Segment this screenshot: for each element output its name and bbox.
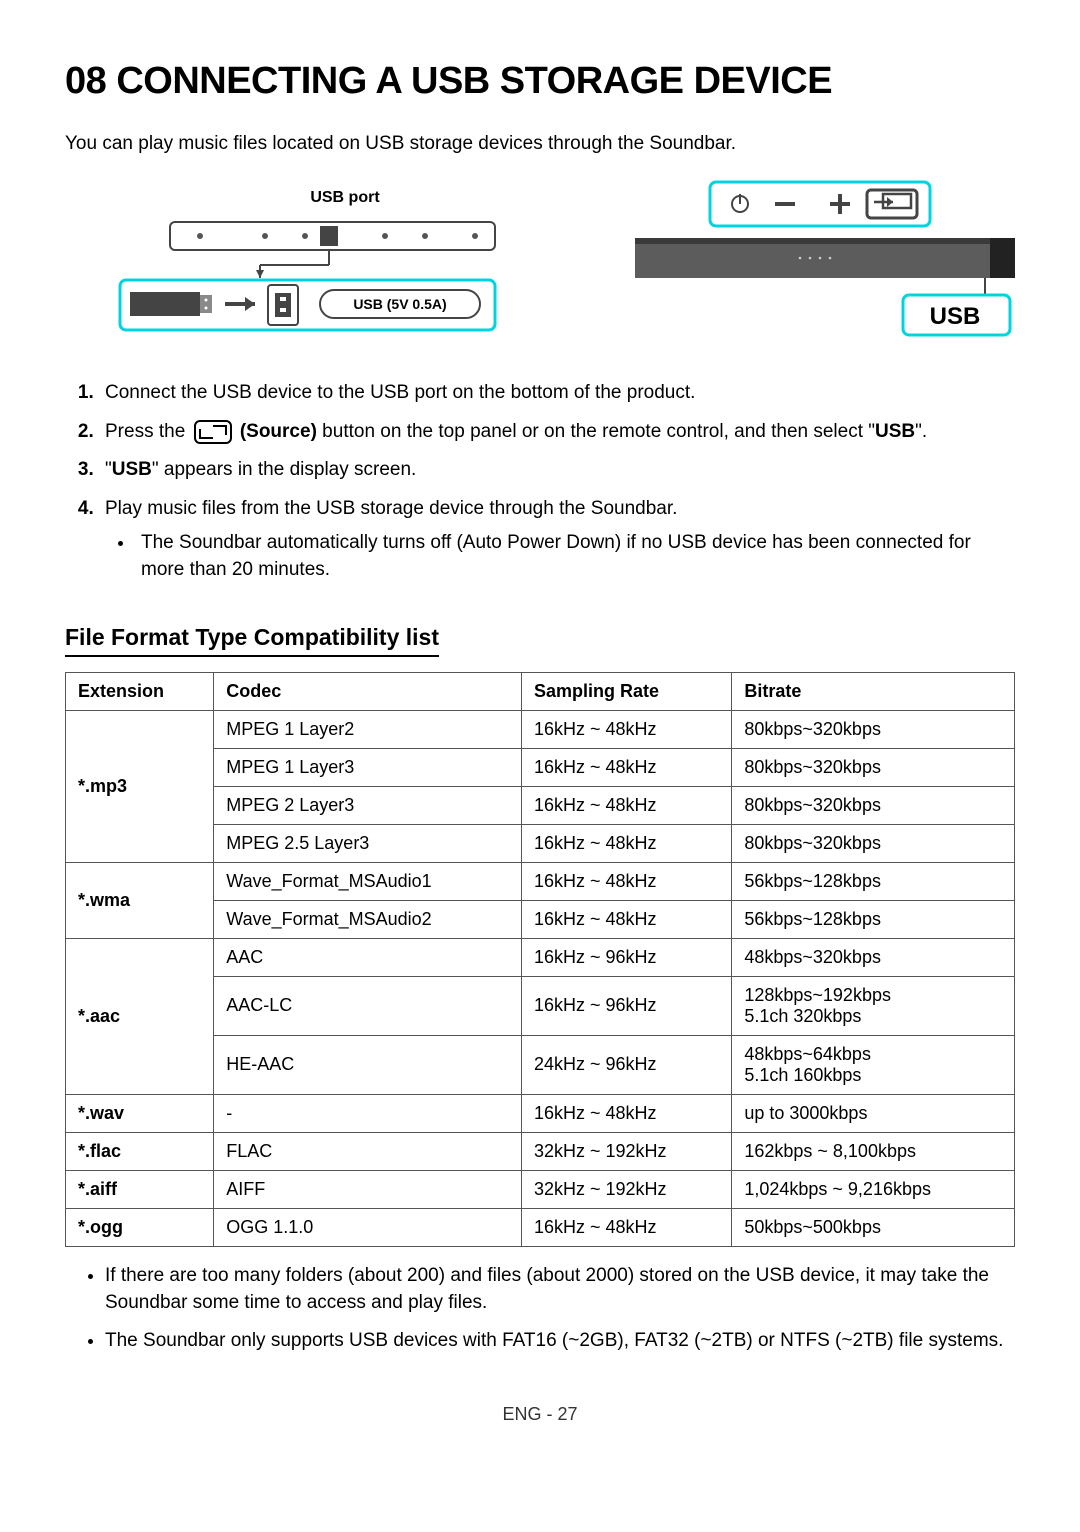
cell-bitrate: 128kbps~192kbps 5.1ch 320kbps [732,976,1015,1035]
cell-extension: *.ogg [66,1208,214,1246]
th-sampling-rate: Sampling Rate [521,672,731,710]
step-2-text-a: Press the [105,421,191,442]
cell-codec: - [214,1094,522,1132]
usb-5v-label: USB (5V 0.5A) [353,296,446,312]
cell-rate: 16kHz ~ 48kHz [521,710,731,748]
cell-extension: *.aac [66,938,214,1094]
page-footer: ENG - 27 [65,1404,1015,1425]
table-row: *.flacFLAC32kHz ~ 192kHz162kbps ~ 8,100k… [66,1132,1015,1170]
cell-rate: 16kHz ~ 48kHz [521,824,731,862]
cell-bitrate: 80kbps~320kbps [732,786,1015,824]
table-row: *.aacAAC16kHz ~ 96kHz48kbps~320kbps [66,938,1015,976]
steps-list: Connect the USB device to the USB port o… [65,380,1015,584]
cell-codec: MPEG 1 Layer2 [214,710,522,748]
table-row: *.wmaWave_Format_MSAudio116kHz ~ 48kHz56… [66,862,1015,900]
usb-port-diagram: USB port USB (5V 0.5A) [105,180,505,350]
cell-bitrate: 80kbps~320kbps [732,748,1015,786]
step-4-text: Play music files from the USB storage de… [105,498,677,519]
cell-rate: 16kHz ~ 48kHz [521,748,731,786]
th-codec: Codec [214,672,522,710]
usb-display-text: USB [930,303,981,330]
cell-bitrate: 162kbps ~ 8,100kbps [732,1132,1015,1170]
step-4: Play music files from the USB storage de… [99,496,1015,584]
step-3-c: " appears in the display screen. [152,459,416,480]
cell-codec: AAC [214,938,522,976]
cell-bitrate: 56kbps~128kbps [732,862,1015,900]
cell-rate: 16kHz ~ 48kHz [521,900,731,938]
intro-text: You can play music files located on USB … [65,133,1015,155]
cell-rate: 32kHz ~ 192kHz [521,1170,731,1208]
cell-extension: *.flac [66,1132,214,1170]
cell-codec: OGG 1.1.0 [214,1208,522,1246]
step-3-usb-bold: USB [112,459,152,480]
cell-extension: *.wav [66,1094,214,1132]
step-3-a: " [105,459,112,480]
cell-codec: MPEG 2 Layer3 [214,786,522,824]
note-1: If there are too many folders (about 200… [105,1262,1015,1317]
step-2-usb-bold: USB [875,421,915,442]
source-icon [194,420,232,444]
cell-bitrate: up to 3000kbps [732,1094,1015,1132]
step-2: Press the (Source) button on the top pan… [99,419,1015,446]
usb-display-diagram: USB [635,180,1015,350]
usb-port-label: USB port [310,189,380,206]
step-4-sub: The Soundbar automatically turns off (Au… [135,530,1015,583]
cell-extension: *.aiff [66,1170,214,1208]
cell-rate: 24kHz ~ 96kHz [521,1035,731,1094]
cell-codec: MPEG 1 Layer3 [214,748,522,786]
cell-bitrate: 1,024kbps ~ 9,216kbps [732,1170,1015,1208]
table-row: *.wav-16kHz ~ 48kHzup to 3000kbps [66,1094,1015,1132]
cell-rate: 32kHz ~ 192kHz [521,1132,731,1170]
cell-bitrate: 80kbps~320kbps [732,824,1015,862]
cell-bitrate: 48kbps~320kbps [732,938,1015,976]
cell-bitrate: 50kbps~500kbps [732,1208,1015,1246]
cell-codec: AAC-LC [214,976,522,1035]
cell-extension: *.mp3 [66,710,214,862]
file-format-heading: File Format Type Compatibility list [65,624,439,657]
cell-extension: *.wma [66,862,214,938]
cell-rate: 16kHz ~ 48kHz [521,1208,731,1246]
notes-list: If there are too many folders (about 200… [65,1262,1015,1355]
format-table: Extension Codec Sampling Rate Bitrate *.… [65,672,1015,1247]
cell-codec: AIFF [214,1170,522,1208]
step-3: "USB" appears in the display screen. [99,457,1015,484]
note-2: The Soundbar only supports USB devices w… [105,1327,1015,1355]
step-2-text-c: button on the top panel or on the remote… [317,421,875,442]
th-extension: Extension [66,672,214,710]
diagram-row: USB port USB (5V 0.5A) [105,180,1015,350]
table-row: *.aiffAIFF32kHz ~ 192kHz1,024kbps ~ 9,21… [66,1170,1015,1208]
cell-bitrate: 56kbps~128kbps [732,900,1015,938]
table-row: *.mp3MPEG 1 Layer216kHz ~ 48kHz80kbps~32… [66,710,1015,748]
cell-bitrate: 48kbps~64kbps 5.1ch 160kbps [732,1035,1015,1094]
table-header-row: Extension Codec Sampling Rate Bitrate [66,672,1015,710]
cell-bitrate: 80kbps~320kbps [732,710,1015,748]
step-1: Connect the USB device to the USB port o… [99,380,1015,407]
cell-codec: MPEG 2.5 Layer3 [214,824,522,862]
cell-rate: 16kHz ~ 48kHz [521,862,731,900]
cell-codec: FLAC [214,1132,522,1170]
cell-rate: 16kHz ~ 48kHz [521,786,731,824]
page-title: 08 CONNECTING A USB STORAGE DEVICE [65,60,1015,103]
cell-rate: 16kHz ~ 96kHz [521,976,731,1035]
cell-rate: 16kHz ~ 48kHz [521,1094,731,1132]
cell-codec: Wave_Format_MSAudio2 [214,900,522,938]
cell-rate: 16kHz ~ 96kHz [521,938,731,976]
cell-codec: HE-AAC [214,1035,522,1094]
cell-codec: Wave_Format_MSAudio1 [214,862,522,900]
step-2-source-bold: (Source) [235,421,317,442]
step-2-text-e: ". [915,421,927,442]
table-row: *.oggOGG 1.1.016kHz ~ 48kHz50kbps~500kbp… [66,1208,1015,1246]
th-bitrate: Bitrate [732,672,1015,710]
